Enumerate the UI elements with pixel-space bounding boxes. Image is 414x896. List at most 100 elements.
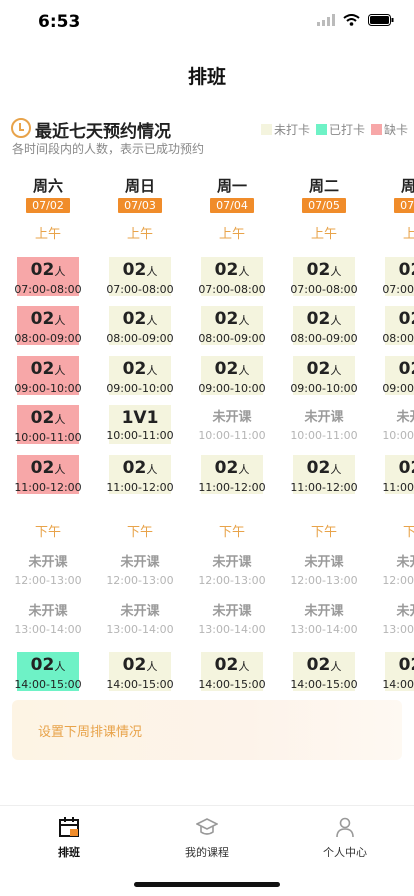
- time-slot[interactable]: 02人08:00-09:00: [382, 306, 414, 345]
- time-slot[interactable]: 02人 10:00-11:00: [14, 405, 82, 444]
- time-slot[interactable]: 未开课 12:00-13:00: [290, 550, 357, 589]
- status-bar: 6:53: [0, 0, 414, 44]
- slot-time: 08:00-09:00: [106, 332, 174, 345]
- legend-swatch: [260, 124, 272, 135]
- time-slot[interactable]: 02人08:00-09:00: [290, 306, 358, 345]
- tab-item[interactable]: 排班: [0, 806, 138, 864]
- schedule-grid[interactable]: 周六 07/02 上午 下午 02人 07:00-08:00 02人 08:00-09:00 0…: [0, 176, 414, 716]
- time-slot[interactable]: 02人09:00-10:00: [14, 356, 82, 395]
- time-slot[interactable]: 未开课 10:00-11:00: [382, 405, 414, 444]
- status-icons: [317, 14, 394, 26]
- time-slot[interactable]: 02人11:00-12:00: [290, 455, 358, 494]
- slot-time: 10:00-11:00: [382, 429, 414, 442]
- time-slot[interactable]: 02人14:00-15:00: [14, 652, 82, 691]
- time-slot[interactable]: 02人14:00-15:00: [198, 652, 266, 691]
- time-slot[interactable]: 02人09:00-10:00: [382, 356, 414, 395]
- time-slot[interactable]: 1V1 10:00-11:00: [106, 405, 174, 444]
- slot-time: 12:00-13:00: [382, 574, 414, 587]
- slot-count: 02人: [201, 455, 263, 481]
- slot-count: 02人: [293, 257, 355, 283]
- slot-count-value: 02: [30, 458, 55, 478]
- time-slot[interactable]: 未开课 12:00-13:00: [14, 550, 82, 589]
- slot-unit: 人: [238, 314, 250, 327]
- time-slot[interactable]: 02人07:00-08:00: [106, 257, 174, 296]
- slot-count: 未开课: [201, 599, 263, 623]
- slot-count-value: 02: [214, 309, 239, 329]
- day-date: 07/06: [394, 198, 414, 213]
- time-slot[interactable]: 02人07:00-08:00: [382, 257, 414, 296]
- period-am: 上午: [126, 227, 153, 242]
- slot-count: 02人: [201, 356, 263, 382]
- legend-label: 缺卡: [383, 123, 408, 137]
- slot-count-value: 02: [122, 260, 147, 280]
- slot-count-value: 02: [214, 260, 239, 280]
- period-am: 上午: [34, 227, 61, 242]
- slot-count-value: 未开课: [304, 555, 344, 570]
- time-slot[interactable]: 02人14:00-15:00: [382, 652, 414, 691]
- time-slot[interactable]: 未开课 10:00-11:00: [290, 405, 357, 444]
- person-icon: [334, 816, 356, 838]
- slot-unit: 人: [54, 364, 66, 377]
- time-slot[interactable]: 02人08:00-09:00: [198, 306, 266, 345]
- time-slot[interactable]: 未开课 13:00-14:00: [198, 599, 266, 638]
- time-slot[interactable]: 未开课 13:00-14:00: [290, 599, 357, 638]
- slot-count: 02人: [109, 652, 171, 678]
- slot-count: 未开课: [109, 550, 171, 574]
- time-slot[interactable]: 02人08:00-09:00: [106, 306, 174, 345]
- summary-header: 最近七天预约情况 各时间段内的人数，表示已成功预约 未打卡 已打卡 缺卡: [0, 110, 414, 156]
- time-slot[interactable]: 02人09:00-10:00: [106, 356, 174, 395]
- time-slot[interactable]: 02人14:00-15:00: [290, 652, 358, 691]
- time-slot[interactable]: 未开课 13:00-14:00: [382, 599, 414, 638]
- slot-count-value: 1V1: [121, 408, 159, 428]
- slot-time: 12:00-13:00: [198, 574, 266, 587]
- slot-time: 12:00-13:00: [14, 574, 82, 587]
- set-next-week-button[interactable]: 设置下周排课情况: [12, 700, 402, 760]
- time-slot[interactable]: 02人09:00-10:00: [198, 356, 266, 395]
- period-am: 上午: [310, 227, 337, 242]
- wifi-icon: [343, 14, 360, 26]
- slot-count-value: 02: [398, 260, 414, 280]
- day-date: 07/03: [118, 198, 162, 213]
- time-slot[interactable]: 未开课 13:00-14:00: [106, 599, 173, 638]
- time-slot[interactable]: 02人09:00-10:00: [290, 356, 358, 395]
- slot-time: 08:00-09:00: [290, 332, 358, 345]
- day-of-week: 周一: [216, 177, 247, 195]
- slot-time: 13:00-14:00: [14, 623, 82, 636]
- slot-count-value: 02: [214, 655, 239, 675]
- time-slot[interactable]: 02人14:00-15:00: [106, 652, 174, 691]
- time-slot[interactable]: 02人11:00-12:00: [14, 455, 82, 494]
- slot-count: 02人: [293, 356, 355, 382]
- slot-time: 11:00-12:00: [198, 481, 266, 494]
- time-slot[interactable]: 02人07:00-08:00: [290, 257, 358, 296]
- slot-count: 02人: [385, 356, 414, 382]
- time-slot[interactable]: 02人11:00-12:00: [382, 455, 414, 494]
- tab-item[interactable]: 个人中心: [276, 806, 414, 864]
- slot-unit: 人: [146, 660, 158, 673]
- slot-count-value: 02: [306, 260, 331, 280]
- legend-label: 未打卡: [273, 123, 310, 137]
- time-slot[interactable]: 02人11:00-12:00: [106, 455, 174, 494]
- tab-item[interactable]: 我的课程: [138, 806, 276, 864]
- slot-unit: 人: [330, 265, 342, 278]
- slot-time: 14:00-15:00: [106, 678, 174, 691]
- status-time: 6:53: [38, 12, 81, 32]
- time-slot[interactable]: 未开课 13:00-14:00: [14, 599, 82, 638]
- day-column: 周三07/06上午下午02人07:00-08:0002人08:00-09:000…: [370, 176, 414, 716]
- time-slot[interactable]: 02人08:00-09:00: [14, 306, 82, 345]
- slot-time: 09:00-10:00: [14, 382, 82, 395]
- graduation-cap-icon: [195, 816, 219, 838]
- time-slot[interactable]: 02人07:00-08:00: [14, 257, 82, 296]
- slot-count: 02人: [17, 257, 79, 283]
- time-slot[interactable]: 未开课 12:00-13:00: [198, 550, 266, 589]
- time-slot[interactable]: 未开课 10:00-11:00: [198, 405, 265, 444]
- time-slot[interactable]: 未开课 12:00-13:00: [382, 550, 414, 589]
- legend-item: 已打卡: [315, 121, 365, 138]
- slot-time: 13:00-14:00: [198, 623, 266, 636]
- time-slot[interactable]: 未开课 12:00-13:00: [106, 550, 173, 589]
- slot-count-value: 02: [214, 359, 239, 379]
- slot-unit: 人: [54, 413, 66, 426]
- time-slot[interactable]: 02人11:00-12:00: [198, 455, 266, 494]
- slot-time: 07:00-08:00: [290, 283, 358, 296]
- time-slot[interactable]: 02人07:00-08:00: [198, 257, 266, 296]
- slot-count-value: 未开课: [212, 604, 252, 619]
